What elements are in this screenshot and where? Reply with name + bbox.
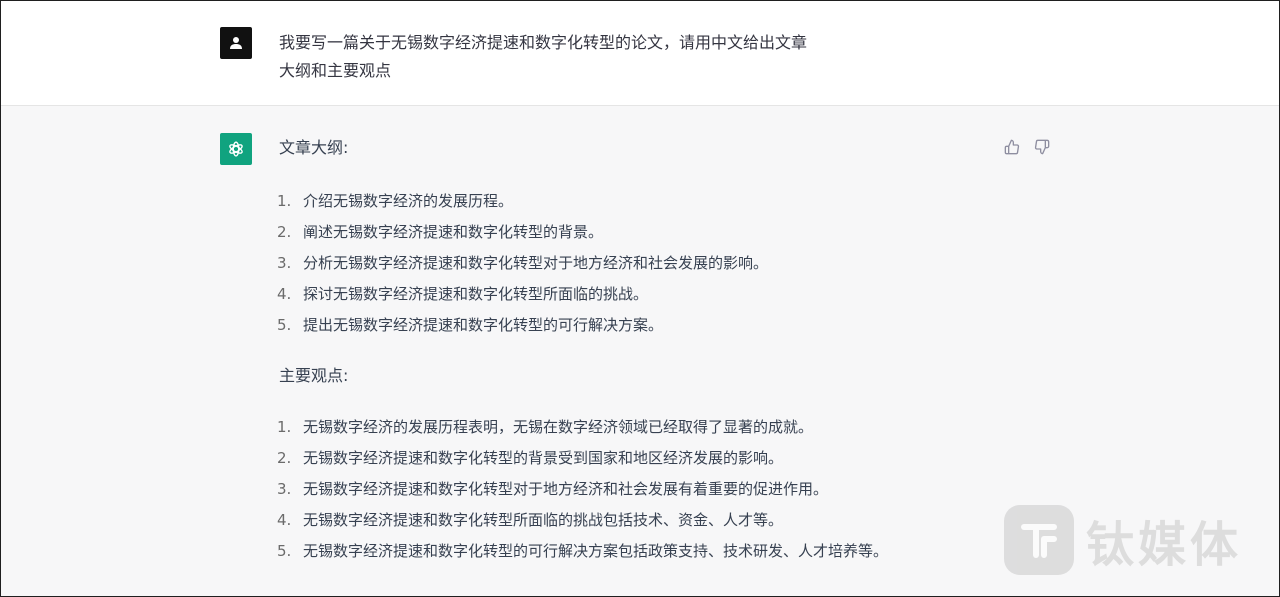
list-item-text: 提出无锡数字经济提速和数字化转型的可行解决方案。 [303, 316, 664, 334]
list-item-number: 1. [277, 192, 292, 210]
list-item: 1. 无锡数字经济的发展历程表明，无锡在数字经济领域已经取得了显著的成就。 [277, 412, 888, 443]
list-item-text: 探讨无锡数字经济提速和数字化转型所面临的挑战。 [303, 285, 649, 303]
list-item-text: 阐述无锡数字经济提速和数字化转型的背景。 [303, 223, 604, 241]
thumbs-down-icon [1034, 139, 1050, 155]
thumbs-up-button[interactable] [1002, 137, 1022, 157]
thumbs-down-button[interactable] [1032, 137, 1052, 157]
list-item: 3. 分析无锡数字经济提速和数字化转型对于地方经济和社会发展的影响。 [277, 248, 768, 279]
points-list: 1. 无锡数字经济的发展历程表明，无锡在数字经济领域已经取得了显著的成就。 2. 无锡… [277, 412, 888, 567]
list-item-number: 3. [277, 480, 292, 498]
user-avatar [220, 27, 252, 59]
outline-list: 1. 介绍无锡数字经济的发展历程。 2. 阐述无锡数字经济提速和数字化转型的背景。 3.… [277, 186, 768, 341]
list-item-text: 介绍无锡数字经济的发展历程。 [303, 192, 514, 210]
list-item-number: 5. [277, 316, 292, 334]
assistant-avatar [220, 133, 252, 165]
thumbs-up-icon [1004, 139, 1020, 155]
outline-heading: 文章大纲: [279, 138, 349, 157]
list-item: 5. 无锡数字经济提速和数字化转型的可行解决方案包括政策支持、技术研发、人才培养等… [277, 536, 888, 567]
user-message-row: 我要写一篇关于无锡数字经济提速和数字化转型的论文，请用中文给出文章大纲和主要观点 [1, 1, 1279, 106]
list-item: 4. 探讨无锡数字经济提速和数字化转型所面临的挑战。 [277, 279, 768, 310]
list-item-number: 2. [277, 449, 292, 467]
user-message-text: 我要写一篇关于无锡数字经济提速和数字化转型的论文，请用中文给出文章大纲和主要观点 [279, 33, 808, 80]
points-heading: 主要观点: [279, 366, 349, 385]
list-item-number: 4. [277, 285, 292, 303]
list-item: 1. 介绍无锡数字经济的发展历程。 [277, 186, 768, 217]
list-item-text: 无锡数字经济提速和数字化转型的背景受到国家和地区经济发展的影响。 [303, 449, 784, 467]
list-item-text: 无锡数字经济提速和数字化转型的可行解决方案包括政策支持、技术研发、人才培养等。 [303, 542, 889, 560]
user-icon [230, 37, 242, 49]
list-item-number: 1. [277, 418, 292, 436]
list-item-text: 无锡数字经济提速和数字化转型对于地方经济和社会发展有着重要的促进作用。 [303, 480, 829, 498]
list-item: 2. 阐述无锡数字经济提速和数字化转型的背景。 [277, 217, 768, 248]
list-item: 4. 无锡数字经济提速和数字化转型所面临的挑战包括技术、资金、人才等。 [277, 505, 888, 536]
list-item-number: 4. [277, 511, 292, 529]
list-item: 3. 无锡数字经济提速和数字化转型对于地方经济和社会发展有着重要的促进作用。 [277, 474, 888, 505]
list-item-number: 3. [277, 254, 292, 272]
list-item: 5. 提出无锡数字经济提速和数字化转型的可行解决方案。 [277, 310, 768, 341]
list-item-text: 无锡数字经济的发展历程表明，无锡在数字经济领域已经取得了显著的成就。 [303, 418, 814, 436]
list-item-number: 2. [277, 223, 292, 241]
chat-window: 我要写一篇关于无锡数字经济提速和数字化转型的论文，请用中文给出文章大纲和主要观点… [0, 0, 1280, 597]
watermark: 钛媒体 [1004, 501, 1242, 579]
assistant-message-row: 文章大纲: 1. 介绍无锡数字经济的发展历程。 2. 阐述无锡数字经济提速和数字化转型… [1, 106, 1279, 596]
list-item-text: 无锡数字经济提速和数字化转型所面临的挑战包括技术、资金、人才等。 [303, 511, 784, 529]
watermark-logo [1004, 505, 1074, 575]
list-item-number: 5. [277, 542, 292, 560]
list-item-text: 分析无锡数字经济提速和数字化转型对于地方经济和社会发展的影响。 [303, 254, 769, 272]
tmtpost-logo-icon [1021, 524, 1057, 558]
watermark-text: 钛媒体 [1086, 517, 1243, 573]
list-item: 2. 无锡数字经济提速和数字化转型的背景受到国家和地区经济发展的影响。 [277, 443, 888, 474]
openai-logo-icon [229, 141, 243, 157]
